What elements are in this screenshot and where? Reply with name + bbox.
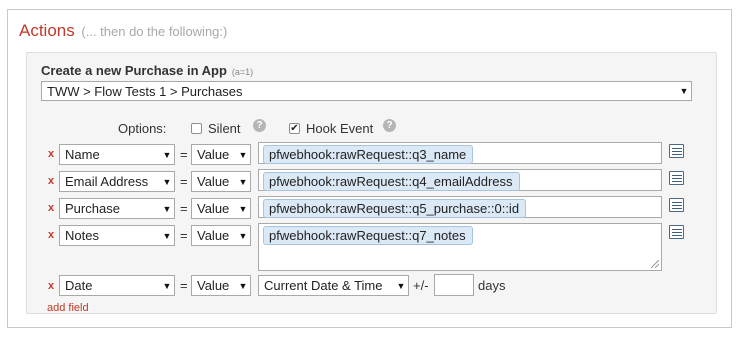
- field-select-value: Notes: [65, 228, 99, 243]
- value-token[interactable]: pfwebhook:rawRequest::q3_name: [263, 145, 474, 164]
- chevron-down-icon: ▼: [679, 86, 689, 96]
- offset-days-input[interactable]: [434, 274, 474, 296]
- equals-sign: =: [180, 228, 188, 243]
- field-select-email[interactable]: Email Address ▼: [59, 171, 175, 192]
- actions-header: Actions (... then do the following:): [19, 21, 227, 41]
- add-field-link[interactable]: add field: [47, 302, 89, 314]
- chevron-down-icon: ▼: [238, 176, 248, 187]
- action-annotation: (a=1): [231, 67, 254, 77]
- value-type-select-value: Value: [197, 278, 230, 293]
- value-input-email[interactable]: pfwebhook:rawRequest::q4_emailAddress: [258, 169, 662, 191]
- chevron-down-icon: ▼: [162, 230, 172, 241]
- list-picker-icon[interactable]: [669, 171, 684, 185]
- value-type-select-value: Value: [197, 201, 230, 216]
- chevron-down-icon: ▼: [162, 203, 172, 214]
- value-type-select-value: Value: [197, 228, 230, 243]
- remove-row-button[interactable]: x: [48, 175, 54, 187]
- remove-row-button[interactable]: x: [48, 229, 54, 241]
- remove-row-button[interactable]: x: [48, 202, 54, 214]
- chevron-down-icon: ▼: [162, 280, 172, 291]
- value-type-select[interactable]: Value ▼: [191, 275, 251, 296]
- offset-unit-label: days: [478, 278, 506, 293]
- value-type-select-value: Value: [197, 147, 230, 162]
- value-input-name[interactable]: pfwebhook:rawRequest::q3_name: [258, 142, 662, 164]
- equals-sign: =: [180, 174, 188, 189]
- value-type-select-value: Value: [197, 174, 230, 189]
- field-select-notes[interactable]: Notes ▼: [59, 225, 175, 246]
- field-select-date[interactable]: Date ▼: [59, 275, 175, 296]
- remove-row-button[interactable]: x: [48, 280, 54, 292]
- silent-help-icon[interactable]: ?: [253, 119, 266, 132]
- action-card: Create a new Purchase in App (a=1) TWW > …: [26, 52, 717, 314]
- silent-checkbox[interactable]: [191, 123, 202, 134]
- remove-row-button[interactable]: x: [48, 148, 54, 160]
- field-select-value: Name: [65, 147, 100, 162]
- list-picker-icon[interactable]: [669, 144, 684, 158]
- equals-sign: =: [180, 278, 188, 293]
- resize-grip-icon[interactable]: [651, 260, 659, 268]
- hook-event-help-icon[interactable]: ?: [383, 119, 396, 132]
- field-select-name[interactable]: Name ▼: [59, 144, 175, 165]
- field-select-purchase[interactable]: Purchase ▼: [59, 198, 175, 219]
- value-textarea-notes[interactable]: pfwebhook:rawRequest::q7_notes: [258, 223, 662, 271]
- list-picker-icon[interactable]: [669, 198, 684, 212]
- field-select-value: Email Address: [65, 174, 149, 189]
- value-type-select[interactable]: Value ▼: [191, 198, 251, 219]
- chevron-down-icon: ▼: [238, 230, 248, 241]
- hook-event-checkbox[interactable]: ✔: [289, 123, 300, 134]
- value-token[interactable]: pfwebhook:rawRequest::q4_emailAddress: [263, 172, 520, 191]
- value-input-purchase[interactable]: pfwebhook:rawRequest::q5_purchase::0::id: [258, 196, 662, 218]
- chevron-down-icon: ▼: [162, 149, 172, 160]
- action-title: Create a new Purchase in App (a=1): [41, 63, 253, 78]
- chevron-down-icon: ▼: [238, 280, 248, 291]
- date-value-select[interactable]: Current Date & Time ▼: [258, 275, 409, 296]
- chevron-down-icon: ▼: [396, 280, 406, 291]
- equals-sign: =: [180, 201, 188, 216]
- hook-event-label: Hook Event: [306, 121, 374, 136]
- actions-subtitle: (... then do the following:): [81, 24, 228, 39]
- equals-sign: =: [180, 147, 188, 162]
- chevron-down-icon: ▼: [162, 176, 172, 187]
- target-app-select[interactable]: TWW > Flow Tests 1 > Purchases ▼: [41, 81, 692, 101]
- value-type-select[interactable]: Value ▼: [191, 171, 251, 192]
- field-select-value: Purchase: [65, 201, 120, 216]
- actions-panel: Actions (... then do the following:) Cre…: [7, 9, 732, 328]
- value-token[interactable]: pfwebhook:rawRequest::q5_purchase::0::id: [263, 199, 527, 218]
- offset-label: +/-: [413, 278, 429, 293]
- action-title-text: Create a new Purchase in App: [41, 63, 227, 78]
- date-value-select-value: Current Date & Time: [264, 278, 383, 293]
- actions-title: Actions: [19, 21, 75, 40]
- value-type-select[interactable]: Value ▼: [191, 144, 251, 165]
- value-type-select[interactable]: Value ▼: [191, 225, 251, 246]
- list-picker-icon[interactable]: [669, 225, 684, 239]
- options-label: Options:: [118, 121, 167, 136]
- chevron-down-icon: ▼: [238, 203, 248, 214]
- chevron-down-icon: ▼: [238, 149, 248, 160]
- silent-label: Silent: [208, 121, 241, 136]
- value-token[interactable]: pfwebhook:rawRequest::q7_notes: [263, 226, 473, 245]
- target-app-select-value: TWW > Flow Tests 1 > Purchases: [47, 83, 243, 99]
- field-select-value: Date: [65, 278, 93, 293]
